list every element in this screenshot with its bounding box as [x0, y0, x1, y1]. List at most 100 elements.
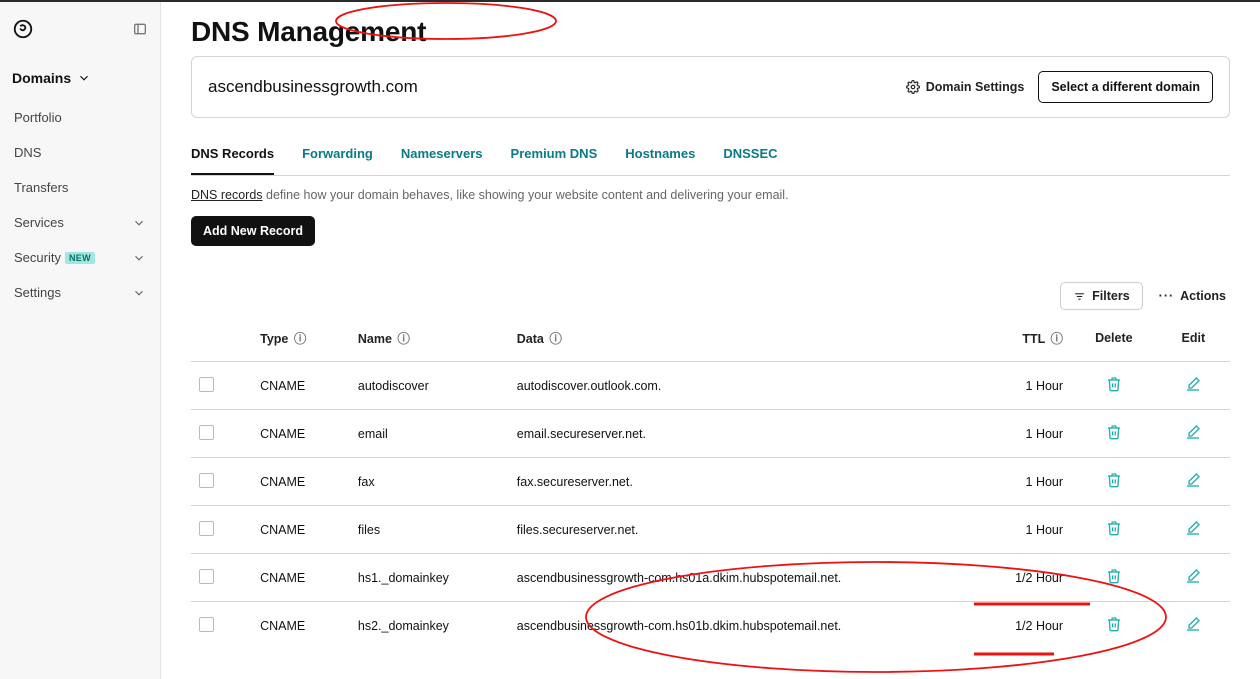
th-data: Data ⓘ: [509, 314, 986, 362]
th-edit: Edit: [1157, 314, 1230, 362]
row-checkbox[interactable]: [199, 521, 214, 536]
cell-type: CNAME: [252, 602, 350, 650]
gear-icon: [906, 80, 920, 94]
sidebar-item-label: Services: [14, 215, 64, 230]
table-row: CNAMEautodiscoverautodiscover.outlook.co…: [191, 362, 1230, 410]
cell-ttl: 1 Hour: [985, 362, 1071, 410]
chevron-down-icon: [77, 71, 91, 85]
cell-data: fax.secureserver.net.: [509, 458, 986, 506]
chevron-down-icon: [132, 251, 146, 265]
delete-icon[interactable]: [1106, 616, 1122, 632]
cell-name: autodiscover: [350, 362, 509, 410]
domain-name: ascendbusinessgrowth.com: [208, 77, 418, 97]
delete-icon[interactable]: [1106, 472, 1122, 488]
th-delete: Delete: [1071, 314, 1157, 362]
actions-label: Actions: [1180, 289, 1226, 303]
chevron-down-icon: [132, 286, 146, 300]
row-checkbox[interactable]: [199, 617, 214, 632]
edit-icon[interactable]: [1185, 424, 1201, 440]
chevron-down-icon: [132, 216, 146, 230]
sidebar-item-label: DNS: [14, 145, 41, 160]
sidebar-item-label: Transfers: [14, 180, 68, 195]
nav-domains-header[interactable]: Domains: [10, 62, 150, 94]
th-name: Name ⓘ: [350, 314, 509, 362]
cell-ttl: 1 Hour: [985, 458, 1071, 506]
sidebar: Domains Portfolio DNS Transfers Services Sec…: [0, 2, 161, 679]
sidebar-item-transfers[interactable]: Transfers: [10, 170, 150, 205]
info-icon[interactable]: ⓘ: [397, 332, 410, 346]
tab-forwarding[interactable]: Forwarding: [302, 136, 373, 175]
table-row: CNAMEfilesfiles.secureserver.net.1 Hour: [191, 506, 1230, 554]
table-row: CNAMEhs1._domainkeyascendbusinessgrowth-…: [191, 554, 1230, 602]
cell-data: ascendbusinessgrowth-com.hs01a.dkim.hubs…: [509, 554, 986, 602]
sidebar-item-settings[interactable]: Settings: [10, 275, 150, 310]
sidebar-item-security[interactable]: Security NEW: [10, 240, 150, 275]
cell-name: hs1._domainkey: [350, 554, 509, 602]
row-checkbox[interactable]: [199, 473, 214, 488]
cell-name: email: [350, 410, 509, 458]
sidebar-item-label: Portfolio: [14, 110, 62, 125]
edit-icon[interactable]: [1185, 472, 1201, 488]
tabs: DNS Records Forwarding Nameservers Premium …: [191, 136, 1230, 176]
delete-icon[interactable]: [1106, 424, 1122, 440]
row-checkbox[interactable]: [199, 569, 214, 584]
description-rest: define how your domain behaves, like sho…: [263, 188, 789, 202]
tab-dns-records[interactable]: DNS Records: [191, 136, 274, 175]
row-checkbox[interactable]: [199, 425, 214, 440]
filters-button[interactable]: Filters: [1060, 282, 1143, 310]
info-icon[interactable]: ⓘ: [1051, 332, 1064, 346]
th-type: Type ⓘ: [252, 314, 350, 362]
cell-type: CNAME: [252, 458, 350, 506]
nav-domains-label: Domains: [12, 70, 71, 86]
cell-ttl: 1/2 Hour: [985, 602, 1071, 650]
tab-nameservers[interactable]: Nameservers: [401, 136, 483, 175]
cell-ttl: 1 Hour: [985, 506, 1071, 554]
delete-icon[interactable]: [1106, 568, 1122, 584]
row-checkbox[interactable]: [199, 377, 214, 392]
page-title: DNS Management: [191, 16, 1230, 48]
domain-settings-button[interactable]: Domain Settings: [906, 80, 1025, 94]
edit-icon[interactable]: [1185, 376, 1201, 392]
sidebar-item-portfolio[interactable]: Portfolio: [10, 100, 150, 135]
tab-dnssec[interactable]: DNSSEC: [723, 136, 777, 175]
brand-logo[interactable]: [12, 18, 34, 40]
sidebar-item-dns[interactable]: DNS: [10, 135, 150, 170]
actions-button[interactable]: ··· Actions: [1155, 283, 1230, 309]
cell-name: hs2._domainkey: [350, 602, 509, 650]
cell-data: email.secureserver.net.: [509, 410, 986, 458]
main-content: DNS Management ascendbusinessgrowth.com …: [161, 2, 1260, 679]
info-icon[interactable]: ⓘ: [549, 332, 562, 346]
cell-name: fax: [350, 458, 509, 506]
table-row: CNAMEemailemail.secureserver.net.1 Hour: [191, 410, 1230, 458]
cell-data: files.secureserver.net.: [509, 506, 986, 554]
sidebar-item-services[interactable]: Services: [10, 205, 150, 240]
cell-type: CNAME: [252, 506, 350, 554]
delete-icon[interactable]: [1106, 520, 1122, 536]
dots-icon: ···: [1159, 289, 1175, 303]
cell-type: CNAME: [252, 410, 350, 458]
tab-hostnames[interactable]: Hostnames: [625, 136, 695, 175]
cell-ttl: 1 Hour: [985, 410, 1071, 458]
domain-bar: ascendbusinessgrowth.com Domain Settings…: [191, 56, 1230, 118]
records-table: Type ⓘ Name ⓘ Data ⓘ TTL ⓘ Delete Edit C…: [191, 314, 1230, 649]
filter-icon: [1073, 290, 1086, 303]
edit-icon[interactable]: [1185, 616, 1201, 632]
cell-data: autodiscover.outlook.com.: [509, 362, 986, 410]
cell-ttl: 1/2 Hour: [985, 554, 1071, 602]
edit-icon[interactable]: [1185, 568, 1201, 584]
th-ttl: TTL ⓘ: [985, 314, 1071, 362]
new-badge: NEW: [65, 252, 95, 264]
edit-icon[interactable]: [1185, 520, 1201, 536]
add-record-button[interactable]: Add New Record: [191, 216, 315, 246]
cell-data: ascendbusinessgrowth-com.hs01b.dkim.hubs…: [509, 602, 986, 650]
description: DNS records define how your domain behav…: [191, 188, 1230, 202]
select-domain-button[interactable]: Select a different domain: [1038, 71, 1213, 103]
tab-premium-dns[interactable]: Premium DNS: [511, 136, 598, 175]
sidebar-item-label: Security: [14, 250, 61, 265]
info-icon[interactable]: ⓘ: [294, 332, 307, 346]
sidebar-collapse-icon[interactable]: [132, 21, 148, 37]
cell-type: CNAME: [252, 362, 350, 410]
description-link[interactable]: DNS records: [191, 188, 263, 202]
table-row: CNAMEhs2._domainkeyascendbusinessgrowth-…: [191, 602, 1230, 650]
delete-icon[interactable]: [1106, 376, 1122, 392]
